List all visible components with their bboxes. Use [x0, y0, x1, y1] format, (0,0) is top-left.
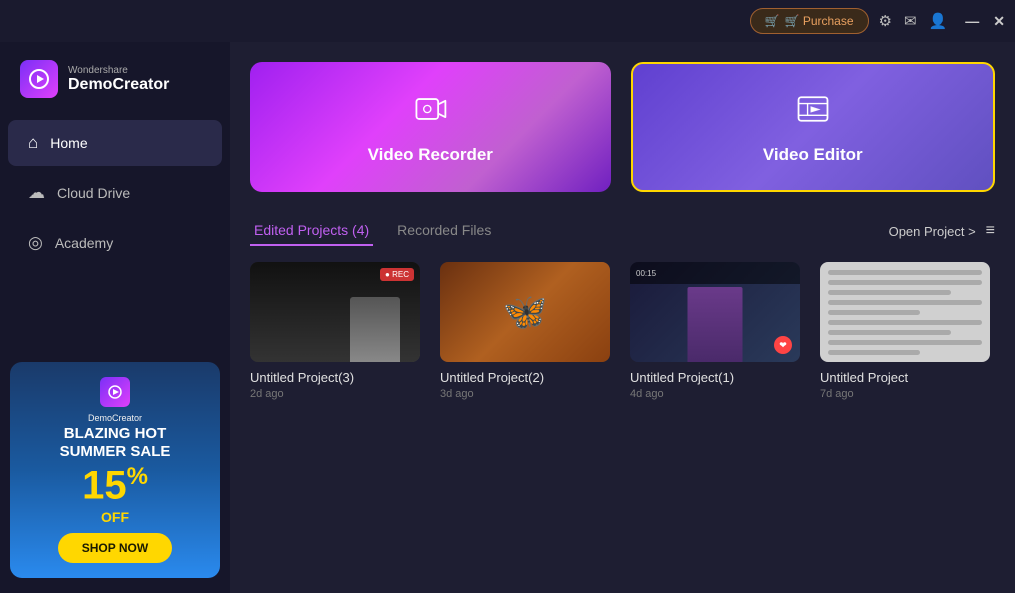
- logo-text: Wondershare DemoCreator: [68, 65, 169, 94]
- project-name-2: Untitled Project(2): [440, 370, 610, 385]
- ad-banner: DemoCreator BLAZING HOT SUMMER SALE 15% …: [10, 362, 220, 578]
- project-thumb-3: ● REC: [250, 262, 420, 362]
- close-button[interactable]: ✕: [993, 13, 1005, 30]
- profile-icon[interactable]: 👤: [929, 12, 948, 30]
- project-name-0: Untitled Project: [820, 370, 990, 385]
- ad-off: OFF: [101, 509, 129, 525]
- project-time-3: 2d ago: [250, 388, 420, 400]
- tabs-row: Edited Projects (4) Recorded Files Open …: [250, 216, 995, 246]
- project-name-1: Untitled Project(1): [630, 370, 800, 385]
- ad-logo-icon: [100, 377, 130, 407]
- grid-view-icon[interactable]: ≡: [986, 222, 995, 240]
- main-content: Video Recorder Video Editor: [230, 42, 1015, 593]
- ad-title-line2: SUMMER SALE: [60, 443, 171, 461]
- tab-edited-projects[interactable]: Edited Projects (4): [250, 216, 373, 246]
- project-card-1[interactable]: 00:15 ❤ Untitled Project(1) 4d ago: [630, 262, 800, 400]
- sidebar: Wondershare DemoCreator ⌂ Home ☁ Cloud D…: [0, 42, 230, 593]
- video-editor-card[interactable]: Video Editor: [631, 62, 996, 192]
- window-controls: — ✕: [965, 13, 1005, 30]
- project-time-2: 3d ago: [440, 388, 610, 400]
- academy-icon: ◎: [28, 233, 43, 253]
- ad-brand: DemoCreator: [88, 413, 142, 423]
- tab-recorded-files[interactable]: Recorded Files: [393, 216, 495, 246]
- project-card-3[interactable]: ● REC Untitled Project(3) 2d ago: [250, 262, 420, 400]
- app-logo-icon: [20, 60, 58, 98]
- hero-cards: Video Recorder Video Editor: [250, 62, 995, 192]
- title-bar-icons: ⚙ ✉ 👤: [879, 12, 948, 30]
- sidebar-item-home-label: Home: [50, 135, 87, 151]
- project-name-3: Untitled Project(3): [250, 370, 420, 385]
- project-thumb-0: [820, 262, 990, 362]
- home-icon: ⌂: [28, 133, 38, 153]
- recorder-icon: [411, 90, 449, 137]
- project-time-1: 4d ago: [630, 388, 800, 400]
- logo-sub: Wondershare: [68, 65, 169, 76]
- video-recorder-card[interactable]: Video Recorder: [250, 62, 611, 192]
- cloud-icon: ☁: [28, 183, 45, 203]
- project-card-2[interactable]: 🦋 Untitled Project(2) 3d ago: [440, 262, 610, 400]
- purchase-button[interactable]: 🛒 🛒 Purchase: [750, 8, 869, 34]
- mail-icon[interactable]: ✉: [904, 12, 917, 30]
- ad-discount: 15%: [82, 465, 148, 505]
- logo-main: DemoCreator: [68, 76, 169, 94]
- sidebar-item-academy[interactable]: ◎ Academy: [8, 220, 222, 266]
- sidebar-item-home[interactable]: ⌂ Home: [8, 120, 222, 166]
- shop-now-button[interactable]: SHOP NOW: [58, 533, 172, 563]
- logo-area: Wondershare DemoCreator: [0, 42, 230, 118]
- project-card-0[interactable]: Untitled Project 7d ago: [820, 262, 990, 400]
- sidebar-item-academy-label: Academy: [55, 235, 113, 251]
- sidebar-item-cloud-label: Cloud Drive: [57, 185, 130, 201]
- settings-icon[interactable]: ⚙: [879, 12, 892, 30]
- sidebar-item-cloud-drive[interactable]: ☁ Cloud Drive: [8, 170, 222, 216]
- notification-badge: ❤: [774, 336, 792, 354]
- minimize-button[interactable]: —: [965, 13, 979, 30]
- editor-icon: [794, 90, 832, 137]
- recorder-label: Video Recorder: [368, 145, 493, 165]
- editor-label: Video Editor: [763, 145, 863, 165]
- project-thumb-1: 00:15 ❤: [630, 262, 800, 362]
- app-body: Wondershare DemoCreator ⌂ Home ☁ Cloud D…: [0, 42, 1015, 593]
- project-time-0: 7d ago: [820, 388, 990, 400]
- ad-title-line1: BLAZING HOT: [64, 425, 167, 443]
- projects-grid: ● REC Untitled Project(3) 2d ago 🦋 Untit…: [250, 262, 995, 400]
- title-bar: 🛒 🛒 Purchase ⚙ ✉ 👤 — ✕: [0, 0, 1015, 42]
- open-project-button[interactable]: Open Project >: [889, 224, 976, 239]
- project-thumb-2: 🦋: [440, 262, 610, 362]
